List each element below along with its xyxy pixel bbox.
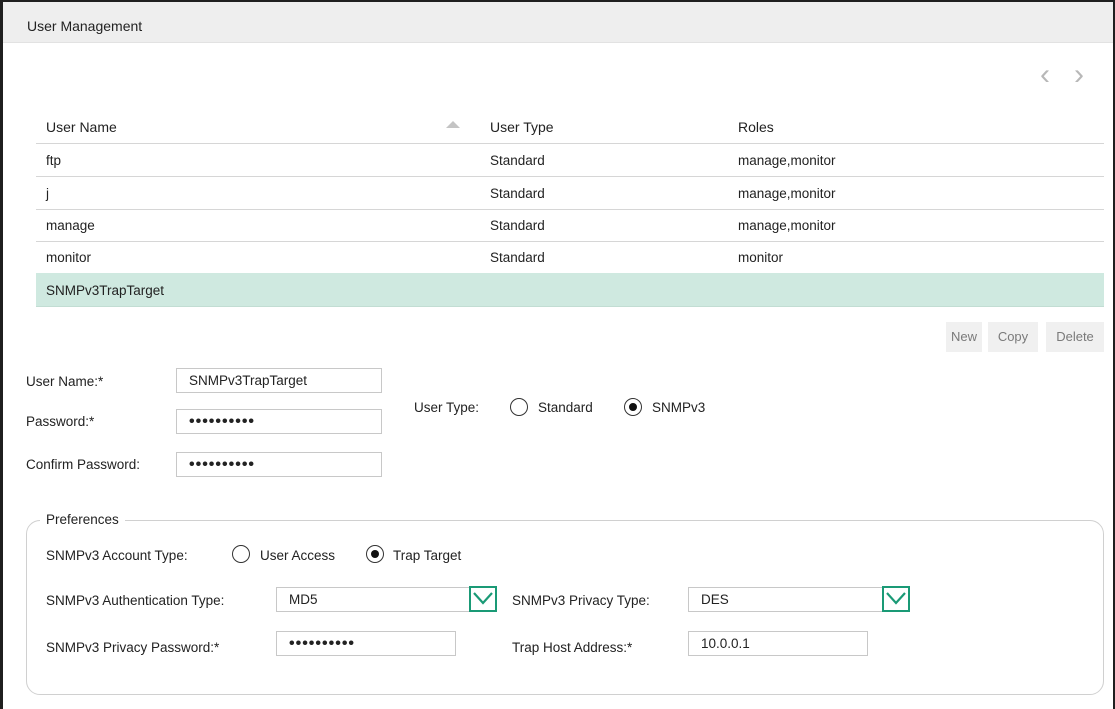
account-type-trap-target-radio[interactable] [366, 545, 384, 563]
user-type-snmpv3-radio[interactable] [624, 398, 642, 416]
cell-roles: monitor [738, 250, 784, 265]
title-bar: User Management [3, 2, 1113, 43]
password-label: Password:* [26, 414, 95, 429]
privacy-password-label: SNMPv3 Privacy Password:* [46, 640, 220, 655]
account-type-user-access-radio[interactable] [232, 545, 250, 563]
account-type-label: SNMPv3 Account Type: [46, 548, 188, 563]
user-type-snmpv3-label[interactable]: SNMPv3 [652, 400, 705, 415]
cell-user-name: ftp [46, 153, 62, 168]
cell-user-type: Standard [490, 153, 545, 168]
trap-host-label: Trap Host Address:* [512, 640, 633, 655]
user-type-label: User Type: [414, 400, 480, 415]
window-title: User Management [27, 18, 143, 34]
user-name-field[interactable]: SNMPv3TrapTarget [176, 368, 382, 393]
preferences-legend: Preferences [40, 512, 125, 527]
user-name-label: User Name:* [26, 374, 104, 389]
next-icon[interactable]: › [1074, 60, 1084, 90]
account-type-user-access-label[interactable]: User Access [260, 548, 335, 563]
cell-user-name: manage [46, 218, 95, 233]
cell-user-name: monitor [46, 250, 92, 265]
cell-user-type: Standard [490, 218, 545, 233]
column-header-user-type[interactable]: User Type [490, 119, 554, 135]
cell-user-name: j [46, 186, 49, 201]
copy-button[interactable]: Copy [988, 322, 1038, 352]
chevron-down-icon[interactable] [469, 586, 497, 612]
table-row[interactable]: manage Standard manage,monitor [36, 209, 1104, 242]
table-row[interactable]: j Standard manage,monitor [36, 177, 1104, 210]
cell-user-type: Standard [490, 186, 545, 201]
cell-roles: manage,monitor [738, 186, 836, 201]
column-header-user-name[interactable]: User Name [46, 119, 117, 135]
chevron-down-icon[interactable] [882, 586, 910, 612]
cell-user-name: SNMPv3TrapTarget [46, 283, 165, 298]
table-row[interactable]: ftp Standard manage,monitor [36, 144, 1104, 177]
auth-type-label: SNMPv3 Authentication Type: [46, 593, 225, 608]
column-header-roles[interactable]: Roles [738, 119, 774, 135]
privacy-password-field[interactable]: •••••••••• [276, 631, 456, 656]
user-type-standard-radio[interactable] [510, 398, 528, 416]
cell-user-type: Standard [490, 250, 545, 265]
cell-roles: manage,monitor [738, 153, 836, 168]
privacy-type-label: SNMPv3 Privacy Type: [512, 593, 650, 608]
new-button[interactable]: New [946, 322, 982, 352]
table-row-selected[interactable]: SNMPv3TrapTarget [36, 273, 1104, 307]
account-type-trap-target-label[interactable]: Trap Target [393, 548, 461, 563]
password-field[interactable]: •••••••••• [176, 409, 382, 434]
sort-ascending-icon[interactable] [446, 121, 460, 128]
trap-host-field[interactable]: 10.0.0.1 [688, 631, 868, 656]
confirm-password-field[interactable]: •••••••••• [176, 452, 382, 477]
privacy-type-select[interactable]: DES [688, 587, 884, 612]
auth-type-select[interactable]: MD5 [276, 587, 472, 612]
table-header: User Name User Type Roles [36, 107, 1104, 144]
confirm-password-label: Confirm Password: [26, 457, 141, 472]
user-type-standard-label[interactable]: Standard [538, 400, 593, 415]
prev-icon[interactable]: ‹ [1040, 60, 1050, 90]
delete-button[interactable]: Delete [1046, 322, 1104, 352]
cell-roles: manage,monitor [738, 218, 836, 233]
table-row[interactable]: monitor Standard monitor [36, 241, 1104, 274]
